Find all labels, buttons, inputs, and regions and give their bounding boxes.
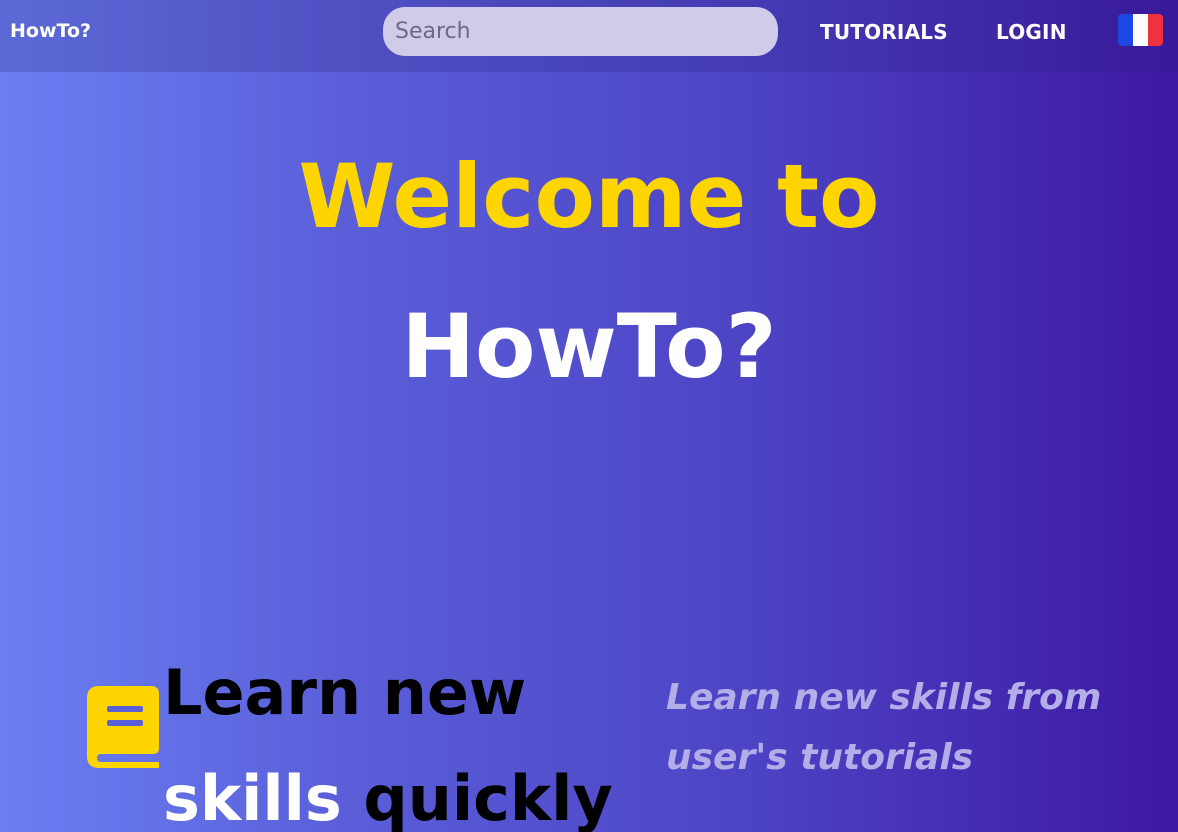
- feature-title-part3: quickly: [341, 762, 613, 832]
- nav-tutorials-link[interactable]: TUTORIALS: [820, 20, 948, 44]
- hero-title-brand: HowTo?: [401, 295, 777, 398]
- flag-white-stripe: [1133, 14, 1148, 46]
- feature-title: Learn new skills quickly: [163, 640, 633, 832]
- nav-login-link[interactable]: LOGIN: [996, 20, 1067, 44]
- brand-logo[interactable]: HowTo?: [10, 20, 91, 42]
- flag-blue-stripe: [1118, 14, 1133, 46]
- france-flag-icon[interactable]: [1118, 14, 1163, 46]
- top-navbar: HowTo? TUTORIALS LOGIN: [0, 0, 1178, 72]
- flag-red-stripe: [1148, 14, 1163, 46]
- book-icon: [87, 686, 159, 768]
- feature-title-part2: skills: [163, 762, 342, 832]
- feature-subtitle: Learn new skills from user's tutorials: [666, 677, 1102, 778]
- hero-title-welcome: Welcome to: [298, 145, 880, 248]
- feature-title-part1: Learn new: [163, 656, 527, 729]
- search-input[interactable]: [383, 7, 778, 56]
